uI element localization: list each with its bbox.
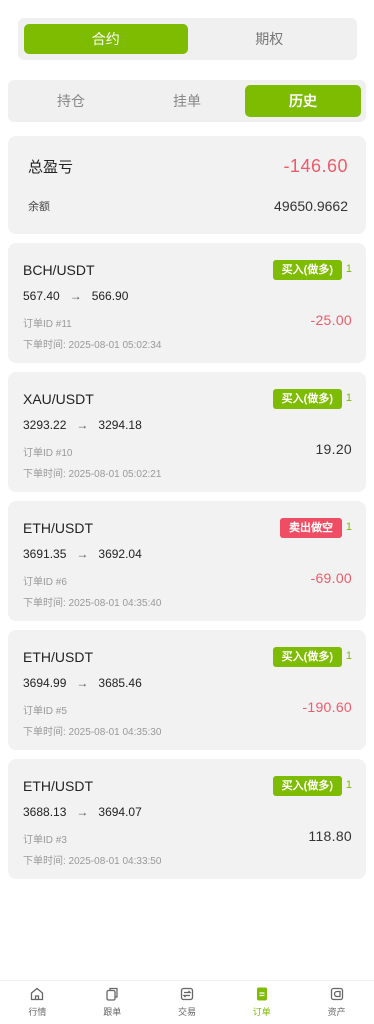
order-card[interactable]: ETH/USDT 买入(做多) 1 3694.99 → 3685.46 订单ID… [8, 630, 366, 750]
open-price: 3293.22 [23, 418, 67, 432]
order-leverage: 1 [345, 650, 352, 662]
order-time: 下单时间: 2025-08-01 05:02:34 [23, 340, 162, 351]
tab-history[interactable]: 历史 [245, 85, 361, 117]
order-time: 下单时间: 2025-08-01 04:35:40 [23, 598, 162, 609]
order-pnl: -69.00 [310, 570, 352, 586]
open-price: 567.40 [23, 289, 60, 303]
contract-type-switch: 合约 期权 [18, 18, 357, 60]
order-leverage: 1 [345, 263, 352, 275]
order-side-badge: 买入(做多) [272, 647, 342, 667]
close-price: 3694.07 [98, 805, 142, 819]
pnl-summary-card: 总盈亏 -146.60 余额 49650.9662 [8, 136, 366, 234]
arrow-right-icon: → [76, 547, 89, 561]
order-id: 订单ID #11 [23, 319, 72, 330]
close-price: 3692.04 [98, 547, 142, 561]
order-symbol: ETH/USDT [23, 649, 93, 665]
tab-pending[interactable]: 挂单 [129, 85, 245, 117]
open-price: 3688.13 [23, 805, 67, 819]
order-prices: 3694.99 → 3685.46 [23, 676, 142, 690]
order-id: 订单ID #3 [23, 835, 67, 846]
order-prices: 3293.22 → 3294.18 [23, 418, 142, 432]
order-side-badge: 买入(做多) [272, 260, 342, 280]
orders-page: 合约 期权 持仓 挂单 历史 总盈亏 -146.60 余额 49650.9662… [0, 0, 374, 1024]
order-card[interactable]: ETH/USDT 买入(做多) 1 3688.13 → 3694.07 订单ID… [8, 759, 366, 879]
close-price: 566.90 [91, 289, 129, 303]
order-pnl: -190.60 [302, 699, 352, 715]
bottom-nav: 行情 跟单 交易 订单 资产 [0, 980, 374, 1024]
close-price: 3685.46 [98, 676, 142, 690]
order-time: 下单时间: 2025-08-01 04:35:30 [23, 727, 162, 738]
total-pnl-value: -146.60 [283, 156, 348, 176]
order-side-badge: 买入(做多) [272, 389, 342, 409]
nav-label: 交易 [177, 1007, 196, 1017]
order-prices: 3688.13 → 3694.07 [23, 805, 142, 819]
nav-trade[interactable]: 交易 [150, 981, 225, 1024]
order-symbol: XAU/USDT [23, 391, 94, 407]
order-pnl: 19.20 [315, 441, 352, 457]
order-time: 下单时间: 2025-08-01 05:02:21 [23, 469, 162, 480]
order-prices: 567.40 → 566.90 [23, 289, 128, 303]
order-symbol: ETH/USDT [23, 778, 93, 794]
nav-copytrade[interactable]: 跟单 [75, 981, 150, 1024]
total-pnl-label: 总盈亏 [28, 159, 74, 176]
arrow-right-icon: → [69, 289, 82, 303]
order-id: 订单ID #5 [23, 706, 67, 717]
order-card[interactable]: XAU/USDT 买入(做多) 1 3293.22 → 3294.18 订单ID… [8, 372, 366, 492]
close-price: 3294.18 [98, 418, 142, 432]
tab-positions[interactable]: 持仓 [13, 85, 129, 117]
nav-label: 行情 [28, 1007, 47, 1017]
nav-label: 订单 [252, 1007, 271, 1017]
order-id: 订单ID #6 [23, 577, 67, 588]
tab-options[interactable]: 期权 [188, 24, 352, 54]
order-status-tabs: 持仓 挂单 历史 [8, 80, 366, 122]
nav-label: 资产 [327, 1007, 346, 1017]
order-pnl: 118.80 [308, 828, 352, 844]
order-id: 订单ID #10 [23, 448, 73, 459]
order-history-list: BCH/USDT 买入(做多) 1 567.40 → 566.90 订单ID #… [8, 243, 366, 888]
arrow-right-icon: → [76, 418, 89, 432]
order-symbol: BCH/USDT [23, 262, 95, 278]
balance-value: 49650.9662 [274, 198, 348, 214]
open-price: 3691.35 [23, 547, 67, 561]
nav-assets[interactable]: 资产 [299, 981, 374, 1024]
copy-icon [106, 987, 118, 1001]
arrow-right-icon: → [76, 676, 89, 690]
orders-icon [256, 987, 267, 1001]
order-pnl: -25.00 [310, 312, 352, 328]
exchange-icon [180, 987, 194, 1001]
order-leverage: 1 [345, 779, 352, 791]
order-prices: 3691.35 → 3692.04 [23, 547, 142, 561]
order-card[interactable]: BCH/USDT 买入(做多) 1 567.40 → 566.90 订单ID #… [8, 243, 366, 363]
home-icon [31, 987, 44, 1001]
order-leverage: 1 [345, 392, 352, 404]
wallet-icon [330, 987, 343, 1001]
order-time: 下单时间: 2025-08-01 04:33:50 [23, 856, 162, 867]
nav-orders[interactable]: 订单 [224, 981, 299, 1024]
nav-label: 跟单 [103, 1007, 122, 1017]
order-symbol: ETH/USDT [23, 520, 93, 536]
arrow-right-icon: → [76, 805, 89, 819]
order-side-badge: 卖出做空 [280, 518, 342, 538]
order-card[interactable]: ETH/USDT 卖出做空 1 3691.35 → 3692.04 订单ID #… [8, 501, 366, 621]
order-side-badge: 买入(做多) [272, 776, 342, 796]
nav-market[interactable]: 行情 [0, 981, 75, 1024]
open-price: 3694.99 [23, 676, 67, 690]
order-leverage: 1 [345, 521, 352, 533]
tab-contract[interactable]: 合约 [24, 24, 188, 54]
balance-label: 余额 [28, 201, 50, 213]
